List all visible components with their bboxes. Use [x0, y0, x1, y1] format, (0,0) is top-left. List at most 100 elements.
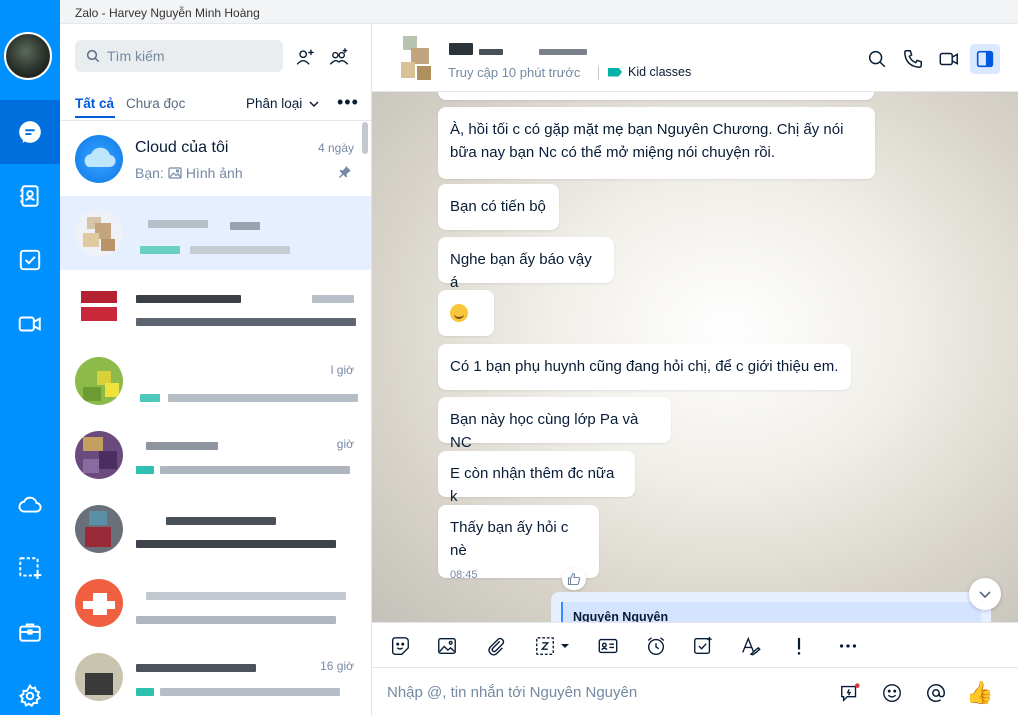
- tab-all[interactable]: Tất cả: [75, 96, 114, 111]
- voice-call-button[interactable]: [898, 44, 928, 74]
- message-text: E còn nhận thêm đc nữa k: [450, 465, 615, 505]
- message-area[interactable]: À, hồi tối c có gặp mặt mẹ bạn Nguyên Ch…: [372, 92, 1018, 622]
- conversation-info-button[interactable]: [970, 44, 1000, 74]
- conversation-item[interactable]: [60, 492, 371, 566]
- smiling-face-emoji: [450, 304, 468, 323]
- conversation-time: 16 giờ: [320, 659, 354, 673]
- conversation-item[interactable]: 16 giờ: [60, 640, 371, 714]
- search-input[interactable]: [107, 48, 277, 64]
- sticker-button[interactable]: [386, 633, 414, 659]
- tag-label: Kid classes: [628, 65, 692, 79]
- classify-dropdown[interactable]: Phân loại: [246, 96, 320, 111]
- redacted-name: [146, 592, 346, 600]
- contact-card-icon: [598, 638, 618, 654]
- reaction-button[interactable]: [562, 568, 586, 590]
- quoted-message: Nguyên Nguyên: [561, 602, 981, 622]
- message-bubble[interactable]: Nghe bạn ấy báo vậy á: [438, 237, 614, 291]
- redacted-preview: [136, 466, 154, 474]
- contact-avatar: [75, 653, 123, 701]
- mention-button[interactable]: [923, 680, 949, 706]
- create-group-button[interactable]: [324, 42, 354, 72]
- send-like-button[interactable]: 👍: [966, 680, 993, 706]
- video-call-icon: [18, 316, 41, 332]
- quick-message-button[interactable]: [837, 680, 863, 706]
- list-scrollbar[interactable]: [362, 122, 368, 154]
- pin-icon[interactable]: [339, 166, 351, 178]
- message-bubble[interactable]: E còn nhận thêm đc nữa k: [438, 451, 635, 505]
- scroll-to-bottom-button[interactable]: [969, 578, 1001, 610]
- add-friend-icon: [296, 49, 314, 65]
- mark-important-button[interactable]: [785, 633, 813, 659]
- conversation-time: 4 ngày: [317, 141, 354, 155]
- create-group-icon: [329, 48, 349, 65]
- message-input[interactable]: [387, 680, 817, 704]
- more-actions-button[interactable]: [834, 633, 862, 659]
- message-text: Thấy bạn ấy hỏi c nè: [450, 519, 569, 559]
- nav-messages-button[interactable]: [0, 100, 60, 164]
- settings-icon: [18, 683, 42, 708]
- nav-video-button[interactable]: [0, 292, 60, 356]
- reminder-button[interactable]: [642, 633, 670, 659]
- task-icon: [694, 636, 712, 655]
- nav-contacts-button[interactable]: [0, 164, 60, 228]
- conversation-item[interactable]: [60, 566, 371, 640]
- video-call-icon: [939, 52, 958, 66]
- window-title: Zalo - Harvey Nguyễn Minh Hoàng: [60, 0, 1018, 24]
- message-bubble[interactable]: Có 1 bạn phụ huynh cũng đang hỏi chị, để…: [438, 344, 851, 390]
- conversation-item[interactable]: giờ: [60, 418, 371, 492]
- tag-icon: [608, 67, 622, 77]
- add-friend-button[interactable]: [290, 42, 320, 72]
- nav-toolbox-button[interactable]: [0, 600, 60, 664]
- image-icon: [438, 637, 456, 655]
- tab-unread[interactable]: Chưa đọc: [126, 96, 185, 111]
- search-messages-button[interactable]: [862, 44, 892, 74]
- more-options-icon[interactable]: •••: [337, 92, 359, 113]
- redacted-name: [136, 664, 256, 672]
- message-text: Bạn có tiến bộ: [450, 198, 546, 215]
- quoted-sender: Nguyên Nguyên: [573, 610, 669, 622]
- conversation-name: Cloud của tôi: [135, 139, 229, 156]
- toolbox-icon: [19, 623, 41, 642]
- send-business-card-button[interactable]: [594, 633, 622, 659]
- assign-task-button[interactable]: [689, 633, 717, 659]
- redacted-name: [136, 295, 241, 303]
- format-text-button[interactable]: [737, 633, 765, 659]
- quoted-message-card[interactable]: Nguyên Nguyên: [551, 592, 991, 622]
- send-image-button[interactable]: [433, 633, 461, 659]
- attach-file-button[interactable]: [482, 633, 510, 659]
- nav-screenshot-button[interactable]: [0, 536, 60, 600]
- video-call-button[interactable]: [934, 44, 964, 74]
- emoji-button[interactable]: [879, 680, 905, 706]
- message-text: Có 1 bạn phụ huynh cũng đang hỏi chị, để…: [450, 358, 839, 375]
- screenshot-icon: [19, 557, 42, 579]
- message-composer: 👍: [372, 668, 1018, 715]
- header-separator: [598, 66, 599, 80]
- contact-avatar: [75, 357, 123, 405]
- chat-icon: [19, 121, 41, 143]
- conversation-item[interactable]: [60, 196, 371, 270]
- message-bubble[interactable]: Bạn này học cùng lớp Pa và NC: [438, 397, 671, 451]
- conversation-item[interactable]: l giờ: [60, 344, 371, 418]
- search-box[interactable]: [75, 40, 283, 72]
- nav-todo-button[interactable]: [0, 228, 60, 292]
- paperclip-icon: [488, 637, 505, 656]
- text-format-icon: [742, 636, 761, 656]
- conversation-cloud[interactable]: Cloud của tôi 4 ngày Bạn: Hình ảnh: [60, 122, 371, 196]
- classification-tag[interactable]: Kid classes: [608, 65, 691, 79]
- message-text: Bạn này học cùng lớp Pa và NC: [450, 411, 639, 451]
- message-bubble-cut[interactable]: [438, 92, 874, 100]
- message-bubble[interactable]: Bạn có tiến bộ: [438, 184, 559, 230]
- redacted-preview: [136, 616, 336, 624]
- list-divider: [60, 120, 371, 121]
- user-avatar[interactable]: [4, 32, 52, 80]
- message-bubble[interactable]: À, hồi tối c có gặp mặt mẹ bạn Nguyên Ch…: [438, 107, 875, 179]
- conversation-item[interactable]: [60, 270, 371, 344]
- tab-all-indicator: [75, 116, 115, 118]
- screenshot-button[interactable]: [530, 633, 574, 659]
- cloud-icon: [18, 496, 42, 513]
- contact-avatar[interactable]: [397, 34, 437, 82]
- message-bubble[interactable]: [438, 290, 494, 336]
- nav-settings-button[interactable]: [0, 664, 60, 715]
- todo-icon: [19, 249, 41, 271]
- nav-cloud-button[interactable]: [0, 472, 60, 536]
